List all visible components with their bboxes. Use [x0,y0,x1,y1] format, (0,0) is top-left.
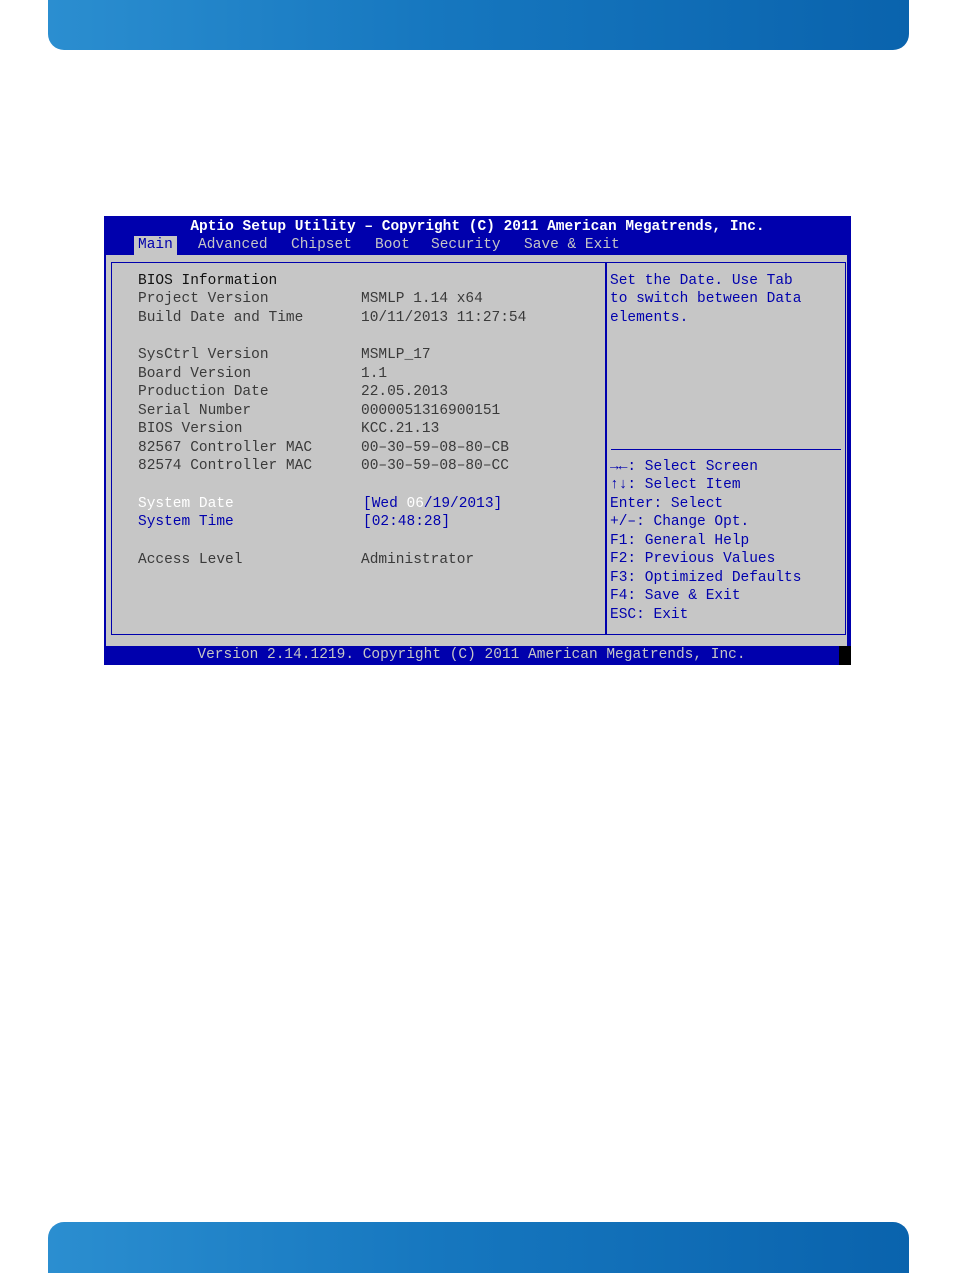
tab-main[interactable]: Main [134,236,177,255]
page-footer-band [48,1222,909,1273]
key-hint-f1: F1: General Help [610,533,750,549]
project-version-label: Project Version [138,291,269,307]
sysctrl-version-value: MSMLP_17 [361,347,431,363]
production-date-label: Production Date [138,384,269,400]
access-level-value: Administrator [361,552,475,568]
bios-version-label: BIOS Version [138,421,243,437]
mac-82574-value: 00–30–59–08–80–CC [361,458,509,474]
tab-boot[interactable]: Boot [371,236,414,255]
system-date-prefix: [Wed [363,496,407,512]
serial-number-label: Serial Number [138,403,252,419]
build-date-value: 10/11/2013 11:27:54 [361,310,527,326]
build-date-label: Build Date and Time [138,310,304,326]
bios-main-panel: BIOS Information Project Version MSMLP 1… [106,255,847,646]
bios-version-footer: Version 2.14.1219. Copyright (C) 2011 Am… [197,647,746,663]
tab-save-exit[interactable]: Save & Exit [520,236,624,255]
mac-82567-value: 00–30–59–08–80–CB [361,440,509,456]
system-time-field[interactable]: [02:48:28] [363,513,450,531]
board-version-label: Board Version [138,366,252,382]
bios-info-heading: BIOS Information [138,273,278,289]
tab-advanced[interactable]: Advanced [194,236,272,255]
mac-82567-label: 82567 Controller MAC [138,440,313,456]
tab-chipset[interactable]: Chipset [287,236,356,255]
bios-version-value: KCC.21.13 [361,421,440,437]
key-hint-esc: ESC: Exit [610,607,689,623]
help-text-line: to switch between Data [610,291,802,307]
page-header-band [48,0,909,50]
help-text-line: elements. [610,310,689,326]
key-hint-select-item: ↑↓: Select Item [610,477,741,493]
help-divider [611,449,841,450]
system-date-suffix: /19/2013] [423,496,503,512]
access-level-label: Access Level [138,552,243,568]
bios-title: Aptio Setup Utility – Copyright (C) 2011… [190,219,765,235]
project-version-value: MSMLP 1.14 x64 [361,291,483,307]
mac-82574-label: 82574 Controller MAC [138,458,313,474]
board-version-value: 1.1 [361,366,388,382]
help-text-line: Set the Date. Use Tab [610,273,793,289]
key-hint-f3: F3: Optimized Defaults [610,570,802,586]
footer-black-corner [839,646,851,665]
key-hint-f2: F2: Previous Values [610,551,776,567]
key-hint-select-screen: →←: Select Screen [610,459,758,475]
system-date-label[interactable]: System Date [138,495,234,513]
settings-pane: BIOS Information Project Version MSMLP 1… [111,262,607,635]
key-hint-change-opt: +/–: Change Opt. [610,514,750,530]
production-date-value: 22.05.2013 [361,384,449,400]
tab-security[interactable]: Security [427,236,505,255]
system-time-label[interactable]: System Time [138,513,234,531]
serial-number-value: 0000051316900151 [361,403,501,419]
help-pane: Set the Date. Use Tab to switch between … [605,262,846,635]
system-date-month-selected[interactable]: 06 [407,496,424,512]
key-hint-enter: Enter: Select [610,496,724,512]
system-date-field[interactable]: [Wed 06/19/2013] [363,495,502,513]
key-hint-f4: F4: Save & Exit [610,588,741,604]
bios-setup-screen: Aptio Setup Utility – Copyright (C) 2011… [104,216,851,665]
sysctrl-version-label: SysCtrl Version [138,347,269,363]
